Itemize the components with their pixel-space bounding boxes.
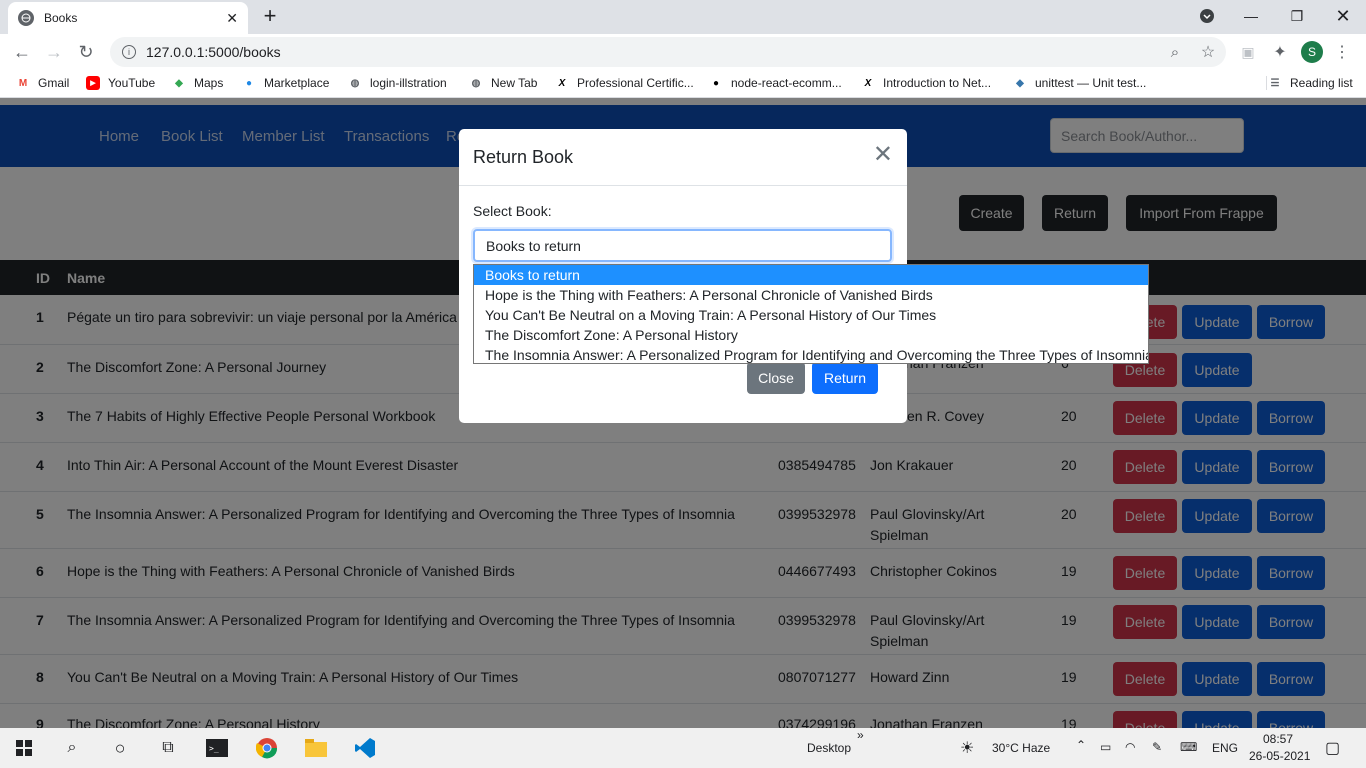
book-select-dropdown: Books to return Hope is the Thing with F…: [473, 264, 1149, 364]
return-submit-button[interactable]: Return: [812, 362, 878, 394]
select-option[interactable]: You Can't Be Neutral on a Moving Train: …: [474, 305, 1148, 325]
bookmark-star-icon[interactable]: ☆: [1194, 38, 1222, 66]
weather-text[interactable]: 30°C Haze: [992, 741, 1050, 755]
bookmark-marketplace[interactable]: ● Marketplace: [242, 76, 329, 90]
python-icon: ◆: [1016, 77, 1024, 89]
windows-taskbar: ⌕ ○ ⧉ >_ Desktop » ☀ 30°C Haze ⌃ ▭ ◠ ✎ ⌨…: [0, 728, 1366, 768]
zoom-icon[interactable]: ⌕: [1161, 38, 1189, 66]
notification-icon[interactable]: ▢: [1325, 738, 1340, 758]
back-arrow-icon[interactable]: ←: [8, 38, 36, 66]
menu-icon[interactable]: ⋮: [1328, 38, 1356, 66]
battery-icon[interactable]: ▭: [1100, 740, 1111, 754]
forward-arrow-icon[interactable]: →: [40, 38, 68, 66]
bookmark-introduction[interactable]: X Introduction to Net...: [861, 76, 991, 90]
tab-search-icon[interactable]: [1184, 0, 1230, 32]
select-option[interactable]: Hope is the Thing with Feathers: A Perso…: [474, 285, 1148, 305]
new-tab-button[interactable]: +: [258, 4, 282, 28]
browser-tab[interactable]: Books ✕: [8, 2, 248, 34]
select-option[interactable]: Books to return: [474, 265, 1148, 285]
chevron-up-icon[interactable]: »: [857, 728, 864, 742]
bookmark-node-react[interactable]: ● node-react-ecomm...: [709, 76, 842, 90]
bookmark-new-tab[interactable]: ◍ New Tab: [469, 76, 538, 90]
profile-avatar[interactable]: S: [1301, 41, 1323, 63]
clock-date[interactable]: 26-05-2021: [1249, 749, 1310, 763]
bookmark-professional-certificate[interactable]: X Professional Certific...: [555, 76, 694, 90]
close-icon[interactable]: ✕: [873, 143, 893, 167]
search-icon[interactable]: ⌕: [60, 736, 84, 760]
bookmarks-bar: M Gmail ▶ YouTube ◆ Maps ● Marketplace ◍ logi…: [0, 70, 1366, 98]
reading-list-icon: ☰: [1270, 77, 1280, 89]
browser-toolbar: ← → ↻ i 127.0.0.1:5000/books ⌕ ☆ ▣ ✦ ⋮: [0, 34, 1366, 70]
pen-icon[interactable]: ✎: [1152, 740, 1162, 754]
marketplace-icon: ●: [245, 77, 253, 89]
maps-icon: ◆: [175, 77, 183, 89]
select-book-label: Select Book:: [473, 203, 552, 219]
svg-text:>_: >_: [209, 744, 219, 753]
task-view-icon[interactable]: ⧉: [156, 736, 180, 760]
bookmark-youtube[interactable]: ▶ YouTube: [86, 76, 155, 90]
info-icon[interactable]: i: [122, 45, 136, 59]
book-select[interactable]: Books to return: [473, 229, 892, 262]
extension-icon[interactable]: ▣: [1234, 38, 1262, 66]
select-option[interactable]: The Insomnia Answer: A Personalized Prog…: [474, 345, 1148, 365]
bookmark-maps[interactable]: ◆ Maps: [172, 76, 223, 90]
language-indicator[interactable]: ENG: [1212, 741, 1238, 755]
edx-icon: X: [864, 77, 872, 89]
close-window-button[interactable]: ✕: [1320, 0, 1366, 32]
keyboard-icon[interactable]: ⌨: [1180, 740, 1197, 754]
desktop-toolbar[interactable]: Desktop: [807, 741, 851, 755]
minimize-button[interactable]: —: [1228, 0, 1274, 32]
reading-list-button[interactable]: ☰ Reading list: [1266, 76, 1353, 90]
modal-header: Return Book ✕: [459, 129, 907, 186]
globe-icon: [18, 10, 34, 26]
bookmark-unittest[interactable]: ◆ unittest — Unit test...: [1013, 76, 1146, 90]
chrome-icon[interactable]: [255, 736, 279, 760]
globe-icon: ◍: [471, 77, 481, 89]
tray-arrow-icon[interactable]: ⌃: [1076, 738, 1086, 752]
youtube-icon: ▶: [86, 76, 100, 90]
tab-title: Books: [44, 11, 78, 25]
gmail-icon: M: [18, 77, 28, 89]
close-button[interactable]: Close: [747, 362, 805, 394]
reload-icon[interactable]: ↻: [72, 38, 100, 66]
vscode-icon[interactable]: [353, 736, 377, 760]
weather-icon: ☀: [960, 740, 975, 757]
clock-time[interactable]: 08:57: [1263, 732, 1293, 746]
close-tab-icon[interactable]: ✕: [226, 10, 238, 27]
bookmark-login-illstration[interactable]: ◍ login-illstration: [348, 76, 447, 90]
select-option[interactable]: The Discomfort Zone: A Personal History: [474, 325, 1148, 345]
extensions-puzzle-icon[interactable]: ✦: [1266, 38, 1294, 66]
browser-tabstrip: Books ✕ + — ❐ ✕: [0, 0, 1366, 34]
maximize-button[interactable]: ❐: [1274, 0, 1320, 32]
bookmark-gmail[interactable]: M Gmail: [16, 76, 70, 90]
github-icon: ●: [712, 77, 720, 89]
globe-icon: ◍: [350, 77, 360, 89]
wifi-icon[interactable]: ◠: [1125, 740, 1135, 754]
edx-icon: X: [558, 77, 566, 89]
modal-title: Return Book: [473, 147, 574, 167]
file-explorer-icon[interactable]: [304, 736, 328, 760]
windows-start-icon[interactable]: [12, 736, 36, 760]
terminal-icon[interactable]: >_: [205, 736, 229, 760]
address-bar[interactable]: i 127.0.0.1:5000/books: [110, 37, 1226, 67]
cortana-icon[interactable]: ○: [108, 736, 132, 760]
url-text: 127.0.0.1:5000/books: [146, 44, 281, 60]
